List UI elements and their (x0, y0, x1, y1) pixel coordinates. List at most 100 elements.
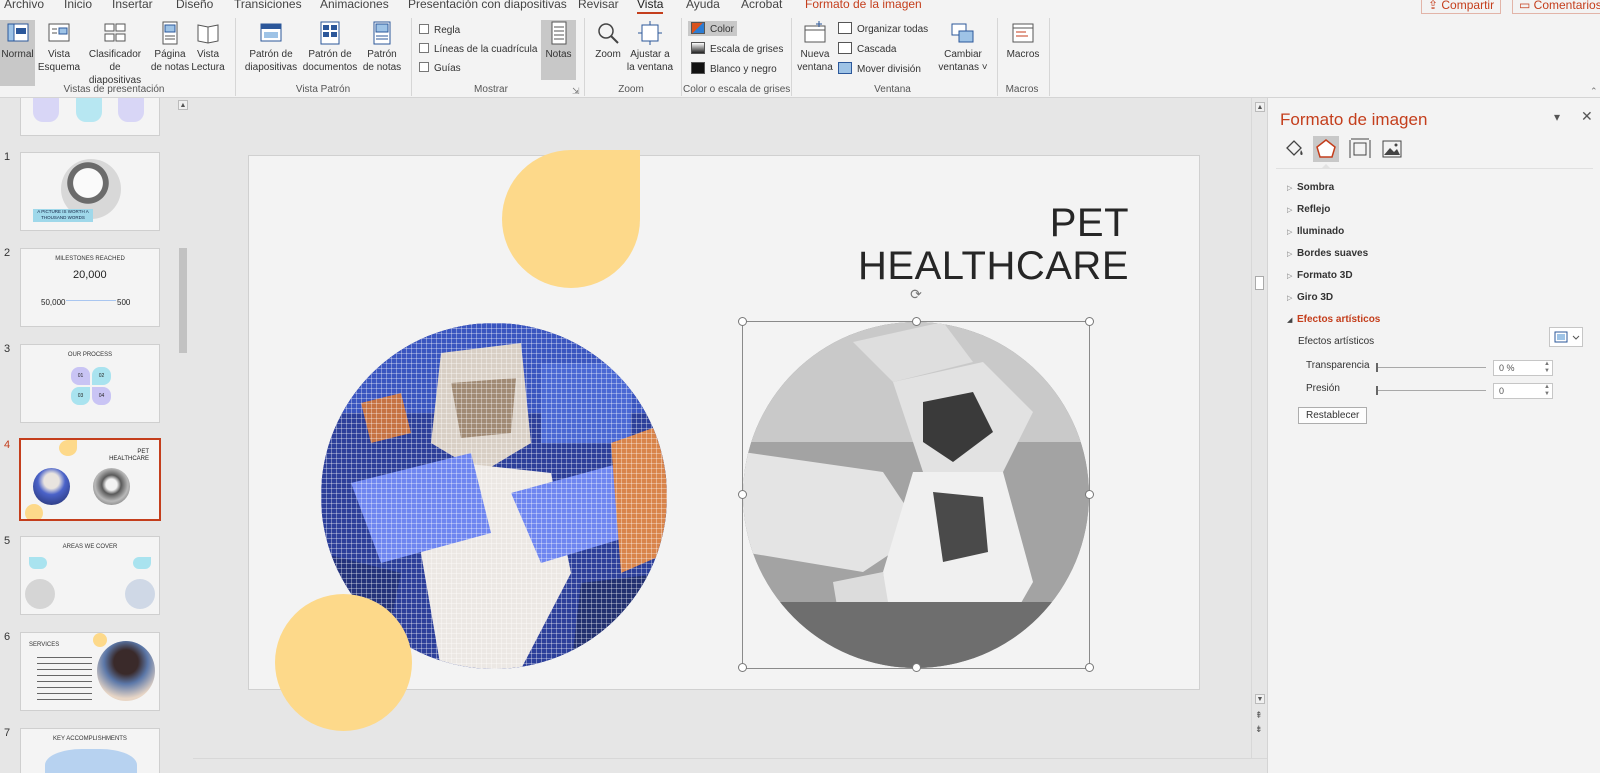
guides-checkbox[interactable]: Guías (419, 62, 461, 74)
section-3d-rotation[interactable]: ▷ Giro 3D (1287, 292, 1333, 303)
share-button[interactable]: ⇪ Compartir (1421, 0, 1502, 14)
resize-handle[interactable] (738, 663, 747, 672)
black-white-button[interactable]: Blanco y negro (691, 62, 777, 75)
resize-handle[interactable] (1085, 490, 1094, 499)
transparency-slider-track[interactable] (1376, 367, 1486, 368)
fill-line-tab[interactable] (1281, 136, 1307, 162)
slide-thumbnail-4[interactable]: PET HEALTHCARE (19, 438, 161, 521)
scroll-up-icon[interactable]: ▲ (178, 100, 188, 110)
handout-master-label-2: documentos (302, 62, 358, 73)
transparency-slider-knob[interactable] (1376, 363, 1378, 372)
pressure-slider-track[interactable] (1376, 390, 1486, 391)
tab-presentacion[interactable]: Presentación con diapositivas (408, 0, 567, 11)
notes-button[interactable]: Notas (541, 20, 576, 80)
transparency-input[interactable]: 0 % ▲ ▼ (1493, 360, 1553, 376)
tab-archivo[interactable]: Archivo (4, 0, 44, 11)
scroll-down-icon[interactable]: ▼ (1255, 694, 1265, 704)
macros-button[interactable]: Macros (1004, 20, 1042, 61)
cascade-button[interactable]: Cascada (838, 42, 896, 55)
slide-thumbnail-7[interactable]: KEY ACCOMPLISHMENTS (20, 728, 160, 773)
fit-window-button[interactable]: Ajustar a la ventana (626, 20, 674, 74)
tab-animaciones[interactable]: Animaciones (320, 0, 389, 11)
section-soft-edges[interactable]: ▷ Bordes suaves (1287, 248, 1368, 259)
comments-button[interactable]: ▭ Comentarios (1512, 0, 1600, 14)
pane-options-chevron-icon[interactable]: ▾ (1554, 110, 1560, 124)
resize-handle[interactable] (738, 490, 747, 499)
tab-vista[interactable]: Vista (637, 0, 664, 15)
chevron-down-icon: ˅ (978, 62, 988, 73)
grayscale-button[interactable]: Escala de grises (691, 42, 783, 55)
rotate-handle-icon[interactable]: ⟳ (908, 286, 924, 302)
scroll-up-icon[interactable]: ▲ (1255, 102, 1265, 112)
new-window-button[interactable]: Nueva ventana (797, 20, 833, 74)
close-icon[interactable]: ✕ (1581, 108, 1593, 125)
dialog-launcher-icon[interactable]: ⇲ (572, 86, 580, 97)
next-slide-icon[interactable]: ⇟ (1255, 724, 1263, 735)
resize-handle[interactable] (1085, 663, 1094, 672)
ruler-checkbox[interactable]: Regla (419, 24, 460, 36)
slide-master-button[interactable]: Patrón de diapositivas (242, 20, 300, 74)
slide-thumbnail-5[interactable]: AREAS WE COVER (20, 536, 160, 615)
move-split-button[interactable]: Mover división (838, 62, 921, 75)
notes-master-button[interactable]: Patrón de notas (360, 20, 404, 74)
artistic-effects-dropdown[interactable] (1549, 327, 1583, 347)
resize-handle[interactable] (912, 663, 921, 672)
section-artistic-effects[interactable]: ◢ Efectos artísticos (1287, 314, 1380, 325)
tab-acrobat[interactable]: Acrobat (741, 0, 782, 11)
gridlines-checkbox[interactable]: Líneas de la cuadrícula (419, 43, 537, 55)
section-glow[interactable]: ▷ Iluminado (1287, 226, 1344, 237)
thumbnail-scrollbar[interactable]: ▲ (177, 98, 189, 773)
gridlines-label: Líneas de la cuadrícula (434, 44, 538, 55)
section-label: Formato 3D (1297, 270, 1353, 281)
scrollbar-thumb[interactable] (1255, 276, 1264, 290)
pressure-slider-knob[interactable] (1376, 386, 1378, 395)
slide-thumbnail-3[interactable]: OUR PROCESS 01 02 03 04 (20, 344, 160, 423)
collapse-ribbon-icon[interactable]: ⌃ (1590, 86, 1598, 97)
size-properties-tab[interactable] (1347, 136, 1373, 162)
previous-slide-icon[interactable]: ⇞ (1255, 710, 1263, 721)
section-3d-format[interactable]: ▷ Formato 3D (1287, 270, 1353, 281)
tab-transiciones[interactable]: Transiciones (234, 0, 302, 11)
zoom-button[interactable]: Zoom (591, 20, 625, 61)
section-reflection[interactable]: ▷ Reflejo (1287, 204, 1330, 215)
notes-page-button[interactable]: Página de notas (150, 20, 190, 74)
slide-thumbnail-2[interactable]: MILESTONES REACHED 20,000 50,000 500 (20, 248, 160, 327)
effects-tab[interactable] (1313, 136, 1339, 162)
spin-arrows-icon[interactable]: ▲ ▼ (1544, 384, 1550, 398)
yellow-circle-shape[interactable] (275, 594, 412, 731)
switch-windows-button[interactable]: Cambiar ventanas ˅ (937, 20, 989, 74)
pressure-input[interactable]: 0 ▲ ▼ (1493, 383, 1553, 399)
resize-handle[interactable] (1085, 317, 1094, 326)
reading-view-button[interactable]: Vista Lectura (191, 20, 225, 74)
slide-sorter-button[interactable]: Clasificador de diapositivas (82, 20, 148, 87)
color-button[interactable]: Color (688, 21, 737, 36)
thumb-shape (25, 504, 43, 519)
tab-revisar[interactable]: Revisar (578, 0, 619, 11)
canvas-horizontal-scrollbar[interactable] (193, 758, 1267, 773)
yellow-drop-shape[interactable] (502, 150, 640, 288)
slide-sorter-icon (104, 23, 126, 42)
tab-formato-imagen[interactable]: Formato de la imagen (805, 0, 922, 11)
picture-tab[interactable] (1379, 136, 1405, 162)
tab-ayuda[interactable]: Ayuda (686, 0, 720, 11)
slide-thumbnail-6[interactable]: SERVICES (20, 632, 160, 711)
resize-handle[interactable] (912, 317, 921, 326)
notes-icon (551, 21, 566, 45)
outline-view-button[interactable]: Vista Esquema (37, 20, 81, 74)
slide-thumbnail-partial[interactable] (20, 98, 160, 136)
resize-handle[interactable] (738, 317, 747, 326)
slide-thumbnail-1[interactable]: A PICTURE IS WORTH A THOUSAND WORDS (20, 152, 160, 231)
tab-diseno[interactable]: Diseño (176, 0, 213, 11)
section-shadow[interactable]: ▷ Sombra (1287, 182, 1334, 193)
tab-inicio[interactable]: Inicio (64, 0, 92, 11)
normal-view-button[interactable]: Normal (0, 20, 35, 86)
handout-master-button[interactable]: Patrón de documentos (301, 20, 359, 74)
thumb-title: SERVICES (29, 642, 60, 648)
slide-title[interactable]: PET HEALTHCARE (849, 202, 1129, 288)
spin-arrows-icon[interactable]: ▲ ▼ (1544, 361, 1550, 375)
arrange-all-button[interactable]: Organizar todas (838, 22, 928, 35)
tab-insertar[interactable]: Insertar (112, 0, 153, 11)
canvas-vertical-scrollbar[interactable]: ▲ ▼ ⇞ ⇟ (1251, 98, 1267, 758)
reset-button[interactable]: Restablecer (1298, 407, 1368, 424)
scrollbar-thumb[interactable] (179, 248, 187, 353)
